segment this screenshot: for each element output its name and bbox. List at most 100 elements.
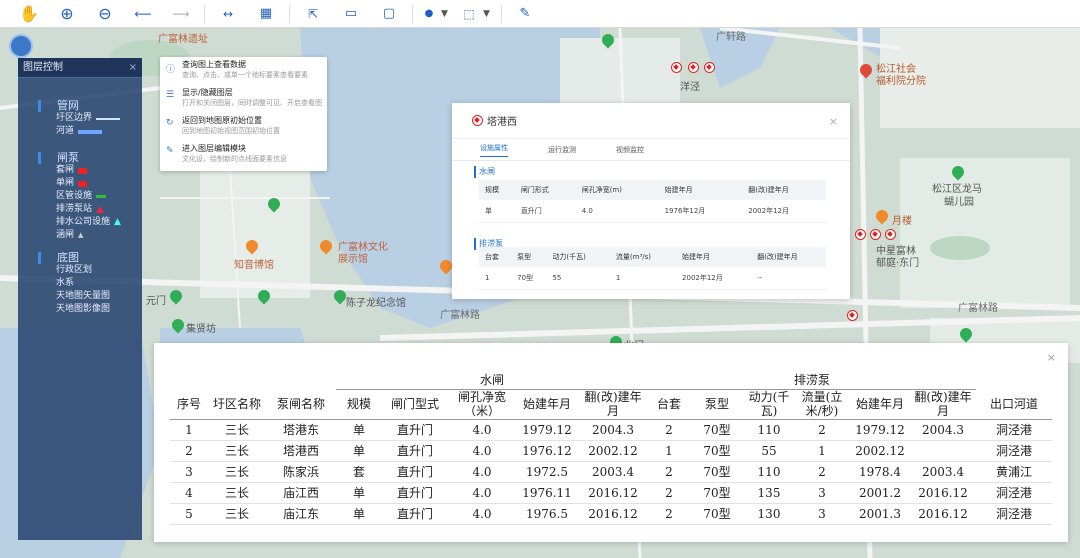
layer-item-label: 排水公司设施 [56,217,111,227]
table-cell: 110 [757,422,781,437]
table-cell: 单 [352,423,365,437]
column-header: 泵闸名称 [266,389,336,420]
layer-item[interactable]: 涵闸 ▲ [18,229,142,242]
point-query-icon[interactable]: ⇱ [294,1,332,27]
box-swatch-icon [78,180,88,187]
back-icon[interactable]: ⟵ [124,1,162,27]
table-cell: 1 [665,443,673,458]
table-header: 规模 [479,180,515,200]
table-cell: 3 [818,506,826,521]
table-cell: 2 [818,422,826,437]
layer-group-pipeline[interactable]: 管网 [38,100,142,112]
measure-distance-icon[interactable]: ↔ [209,1,247,27]
table-cell: 70型 [703,507,731,521]
table-row: 单 直升门 4.0 1976年12月 2002年12月 [479,200,826,223]
context-menu-item[interactable]: ☰ 显示/隐藏图层 打开和关闭图层，同时调整可见、开启查看图 [160,85,327,113]
sluice-gate-icon[interactable] [671,62,682,73]
sluice-gate-icon[interactable] [885,229,896,240]
layer-item[interactable]: 单闸 [18,177,142,190]
table-row[interactable]: 5 三长 庙江东 单 直升门 4.0 1976.5 2016.12 2 70型 130 3 2001.3… [170,503,1052,524]
map-label: 郁庭·东门 [876,258,920,269]
table-cell: 洞泾港 [995,507,1032,521]
toolbar-divider [501,4,502,23]
sluice-gate-icon[interactable] [847,310,858,321]
layer-item[interactable]: 圩区边界 [18,112,142,125]
chevron-down-icon[interactable]: ▼ [441,9,455,19]
table-row[interactable]: 3 三长 陈家浜 套 直升门 4.0 1972.5 2003.4 2 70型 110 2 1978.4 2… [170,461,1052,482]
tab-video[interactable]: 视频监控 [616,145,644,155]
triangle-swatch-icon [96,206,105,213]
layer-item[interactable]: 排涝泵站 [18,203,142,216]
sluice-gate-icon[interactable] [688,62,699,73]
hand-pan-icon[interactable]: ✋ [10,1,48,27]
draw-select-icon[interactable]: ⬚ [455,1,483,27]
globe-icon[interactable] [9,34,33,58]
context-menu-item[interactable]: ✎ 进入图层编辑模块 文化设，绘制新的点线面要素信息 [160,141,327,169]
sluice-gate-icon[interactable] [855,229,866,240]
layer-item[interactable]: 排水公司设施 ▲ [18,216,142,229]
context-menu-item[interactable]: ↻ 返回到地图原初始位置 回到地图初始视图范围初始位置 [160,113,327,141]
table-row[interactable]: 2 三长 塔港西 单 直升门 4.0 1976.12 2002.12 1 70型 55 1 2002.1… [170,440,1052,461]
panel-header: 图层控制 × [18,58,142,78]
table-cell: 135 [757,485,781,500]
map-label: 广轩路 [716,32,746,43]
layer-item[interactable]: 河道 [18,125,142,138]
table-spacer [976,371,1052,389]
table-cell: 三长 [224,507,249,521]
table-cell: 2003.4 [592,464,634,479]
layer-item-label: 套闸 [56,165,75,175]
layer-item[interactable]: 区管设施 [18,190,142,203]
column-header: 出口河道 [976,389,1052,420]
map-label: 广富林路 [440,310,480,321]
table-row[interactable]: 4 三长 庙江西 单 直升门 4.0 1976.11 2016.12 2 70型 135 3 2001.… [170,482,1052,503]
clear-icon[interactable]: ✎ [506,1,544,27]
close-icon[interactable]: × [1047,351,1056,364]
close-icon[interactable]: × [829,115,838,128]
zoom-in-icon[interactable]: ⊕ [48,1,86,27]
measure-area-icon[interactable]: ▦ [247,1,285,27]
forward-icon[interactable]: ⟶ [162,1,200,27]
table-cell: 70型 [703,444,731,458]
table-spacer [170,371,336,389]
layer-item[interactable]: 套闸 [18,164,142,177]
tab-attributes[interactable]: 设施属性 [480,143,508,157]
column-header: 翻(改)建年月 [578,389,648,420]
draw-point-icon[interactable]: ● [417,1,441,27]
map-label: 广富林遗址 [158,34,208,45]
zoom-out-icon[interactable]: ⊖ [86,1,124,27]
area-query-icon[interactable]: ▭ [332,1,370,27]
close-icon[interactable]: × [129,58,137,78]
table-cell: 2003.4 [922,464,964,479]
chevron-down-icon[interactable]: ▼ [483,9,497,19]
layer-item[interactable]: 天地图影像图 [18,303,142,316]
table-cell: 1976年12月 [658,200,743,223]
map-label: 广富林路 [958,303,998,314]
map-label: 月楼 [892,216,912,227]
table-cell: 三长 [224,444,249,458]
table-cell: 2016.12 [918,485,968,500]
layer-item[interactable]: 天地图矢量图 [18,290,142,303]
context-menu-item[interactable]: ⓘ 查询图上查看数据 查询、点击、或单一个地标要素查看要素 [160,57,327,85]
table-row[interactable]: 1 三长 塔港东 单 直升门 4.0 1979.12 2004.3 2 70型 110 2 1979.1… [170,419,1052,440]
table-cell: 1976.5 [526,506,568,521]
table-cell: 3 [185,464,193,479]
map-label: 福利院分院 [876,76,926,87]
column-header: 始建年月 [516,389,578,420]
layer-item[interactable]: 行政区划 [18,264,142,277]
table-cell: 5 [185,506,193,521]
sluice-gate-icon[interactable] [870,229,881,240]
box-query-icon[interactable]: ▢ [370,1,408,27]
layer-item-label: 区管设施 [56,191,93,201]
layer-group-basemap[interactable]: 底图 [38,252,142,264]
map-label: 陈子龙纪念馆 [346,298,406,309]
table-cell: 1972.5 [526,464,568,479]
tab-monitoring[interactable]: 运行监测 [548,145,576,155]
layer-group-sluice-pump[interactable]: 闸泵 [38,152,142,164]
column-header: 动力(千瓦) [744,389,794,420]
table-cell: 1979.12 [522,422,572,437]
sluice-gate-icon[interactable] [704,62,715,73]
table-cell: 黄浦江 [995,465,1032,479]
table-cell: 2004.3 [922,422,964,437]
table-cell: 三长 [224,423,249,437]
layer-item[interactable]: 水系 [18,277,142,290]
